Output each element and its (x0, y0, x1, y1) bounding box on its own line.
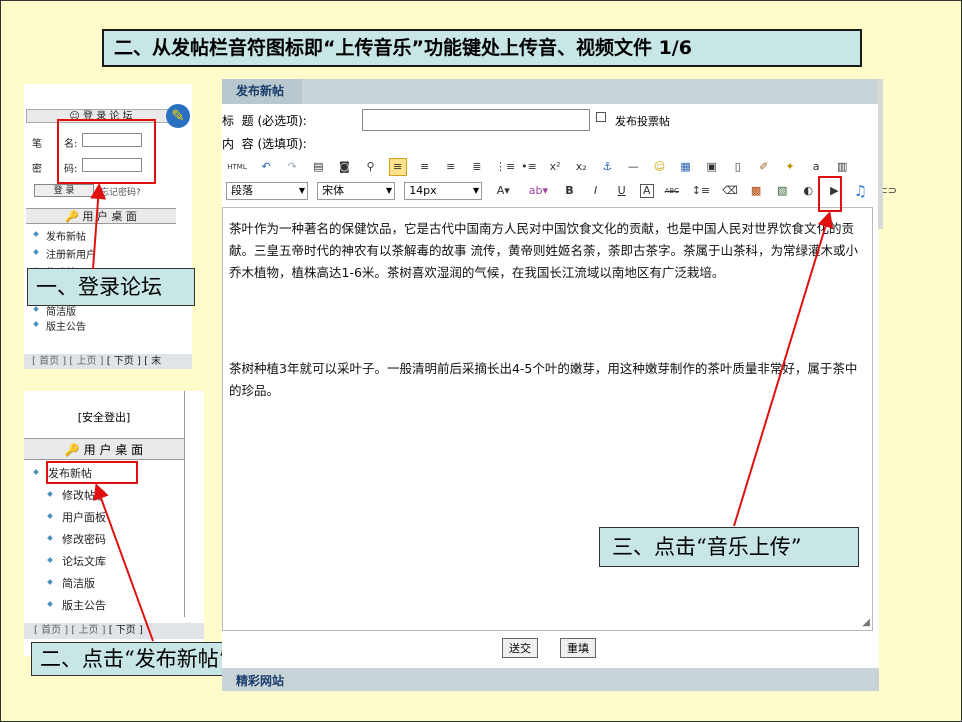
arrow-login (90, 183, 107, 270)
arrow-overlay (90, 183, 834, 642)
arrow-music (733, 211, 834, 527)
arrow-post (93, 483, 154, 642)
slide: 二、从发帖栏音符图标即“上传音乐”功能键处上传音、视频文件 1/6 ☺ 登 录 … (0, 0, 962, 722)
